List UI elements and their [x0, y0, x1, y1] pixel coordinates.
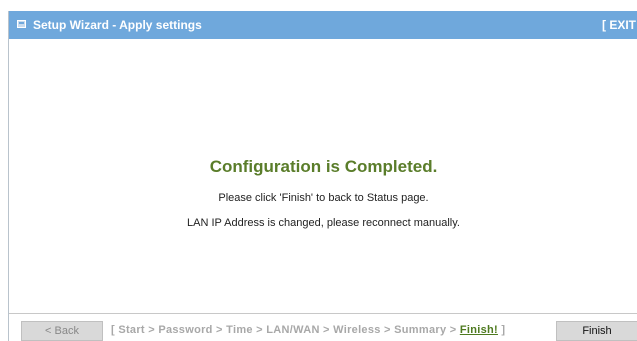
completion-headline: Configuration is Completed.	[209, 157, 438, 176]
exit-link[interactable]: [ EXIT	[602, 18, 636, 32]
step-start: Start	[118, 324, 145, 336]
step-separator: >	[252, 324, 267, 336]
step-summary: Summary	[394, 324, 447, 336]
step-separator: >	[446, 324, 460, 336]
reconnect-notice-text: LAN IP Address is changed, please reconn…	[187, 217, 460, 229]
wizard-steps-breadcrumb: [ Start > Password > Time > LAN/WAN > Wi…	[111, 324, 505, 336]
wizard-content: Configuration is Completed. Please click…	[9, 39, 637, 313]
step-lan-wan: LAN/WAN	[266, 324, 320, 336]
step-separator: >	[212, 324, 227, 336]
wizard-title: Setup Wizard - Apply settings	[33, 18, 202, 32]
window-icon	[17, 20, 26, 28]
step-separator: >	[319, 324, 334, 336]
steps-close-bracket: ]	[497, 324, 506, 336]
wizard-titlebar: Setup Wizard - Apply settings [ EXIT	[9, 11, 637, 39]
finish-instruction-text: Please click 'Finish' to back to Status …	[218, 192, 429, 204]
step-finish-current: Finish!	[459, 324, 498, 336]
step-separator: >	[380, 324, 395, 336]
step-separator: >	[144, 324, 159, 336]
wizard-footer: < Back [ Start > Password > Time > LAN/W…	[9, 314, 637, 341]
step-wireless: Wireless	[333, 324, 381, 336]
finish-button[interactable]: Finish	[556, 321, 637, 341]
step-time: Time	[226, 324, 253, 336]
step-password: Password	[158, 324, 213, 336]
wizard-window: Setup Wizard - Apply settings [ EXIT Con…	[8, 11, 637, 341]
back-button[interactable]: < Back	[21, 321, 103, 341]
